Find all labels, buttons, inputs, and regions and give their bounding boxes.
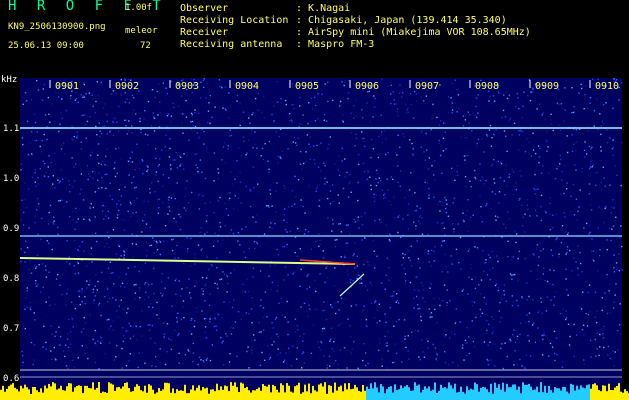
mode-label: meleor (125, 26, 158, 36)
y-tick-label: 0.7 (3, 324, 20, 334)
info-value-antenna: : Maspro FM-3 (296, 39, 375, 50)
info-row-observer: Observer (180, 3, 229, 14)
time-tick-label: 0902 (115, 81, 140, 92)
info-row-antenna: Receiving antenna (180, 39, 283, 50)
filename-label: KN9_2506130900.png (8, 22, 106, 32)
time-tick-label: 0905 (295, 81, 320, 92)
info-value-receiver: : AirSpy mini (Miakejima VOR 108.65MHz) (296, 27, 531, 38)
spectrogram (0, 78, 629, 400)
time-tick-label: 0907 (415, 81, 440, 92)
time-tick-label: 0904 (235, 81, 260, 92)
y-tick-label: 0.6 (3, 374, 20, 384)
version-label: 1.00f (125, 3, 153, 13)
y-tick-label: 0.8 (3, 274, 20, 284)
unit-label: kHz (1, 75, 18, 85)
info-row-receiver: Receiver (180, 27, 229, 38)
y-tick-label: 1.0 (3, 174, 20, 184)
count-label: 72 (140, 41, 151, 51)
y-tick-label: 0.9 (3, 224, 20, 234)
info-value-location: : Chigasaki, Japan (139.414 35.340) (296, 15, 507, 26)
y-tick-label: 1.1 (3, 124, 20, 134)
time-tick-label: 0906 (355, 81, 380, 92)
time-tick-label: 0908 (475, 81, 500, 92)
time-tick-label: 0903 (175, 81, 200, 92)
datetime-label: 25.06.13 09:00 (8, 41, 84, 51)
time-tick-label: 0909 (535, 81, 560, 92)
time-tick-label: 0910 (595, 81, 620, 92)
time-tick-label: 0901 (55, 81, 80, 92)
info-value-observer: : K.Nagai (296, 3, 351, 14)
info-row-location: Receiving Location (180, 15, 289, 26)
